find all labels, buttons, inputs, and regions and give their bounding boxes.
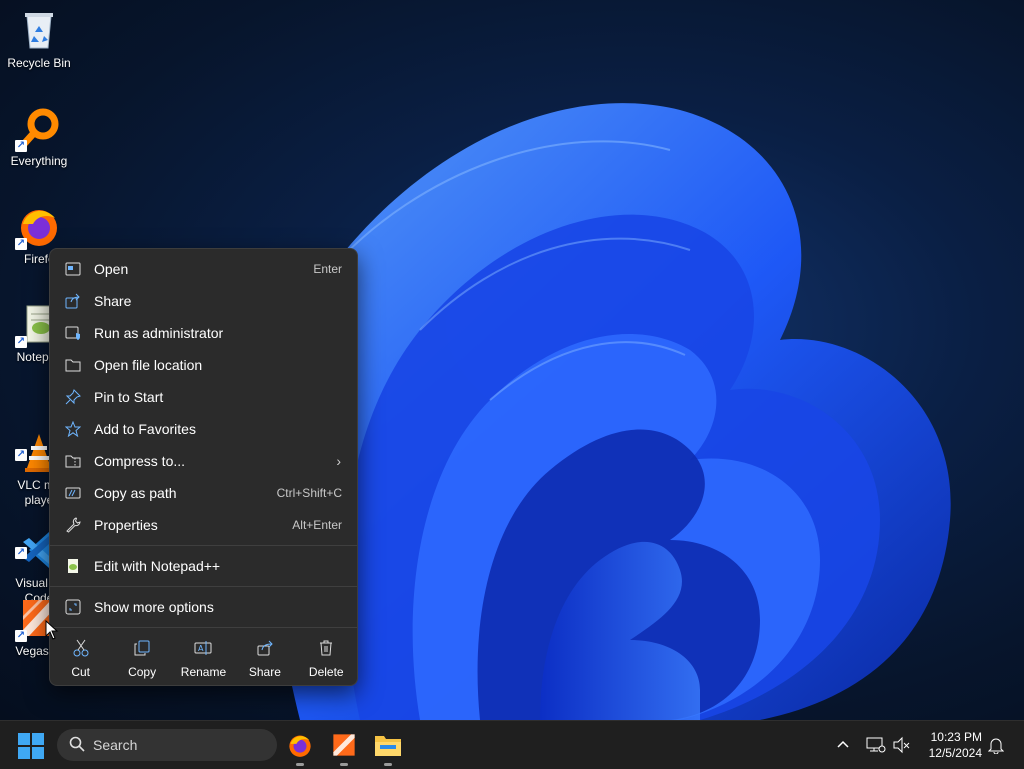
shortcut-arrow-icon: ↗ <box>15 336 27 348</box>
running-indicator <box>340 763 348 766</box>
volume-button[interactable] <box>892 721 912 769</box>
star-icon <box>64 420 82 438</box>
context-action-bar: Cut Copy A Rename Share Delete <box>50 633 357 681</box>
menu-item-run-as-admin[interactable]: Run as administrator <box>54 318 353 348</box>
menu-item-open[interactable]: Open Enter <box>54 254 353 284</box>
menu-separator <box>50 586 357 587</box>
menu-item-edit-with-notepad[interactable]: Edit with Notepad++ <box>54 551 353 581</box>
pin-icon <box>64 388 82 406</box>
menu-separator <box>50 627 357 628</box>
shortcut-arrow-icon: ↗ <box>15 630 27 642</box>
copy-path-icon <box>64 484 82 502</box>
rename-icon: A <box>194 637 212 659</box>
expand-icon <box>64 598 82 616</box>
shortcut-arrow-icon: ↗ <box>15 547 27 559</box>
taskbar-clock[interactable]: 10:23 PM 12/5/2024 <box>929 729 982 761</box>
volume-muted-icon <box>893 736 910 754</box>
shortcut-arrow-icon: ↗ <box>15 238 27 250</box>
taskbar-app-vegas[interactable] <box>328 729 360 766</box>
delete-button[interactable]: Delete <box>298 633 354 681</box>
menu-item-pin-to-start[interactable]: Pin to Start <box>54 382 353 412</box>
search-placeholder: Search <box>93 737 138 753</box>
share-button[interactable]: Share <box>237 633 293 681</box>
desktop-icon-everything[interactable]: ↗ Everything <box>0 106 78 169</box>
wrench-icon <box>64 516 82 534</box>
show-hidden-icons-button[interactable] <box>836 721 850 769</box>
zip-folder-icon <box>64 452 82 470</box>
open-window-icon <box>64 260 82 278</box>
firefox-icon: ↗ <box>15 204 61 250</box>
bell-icon <box>988 738 1004 754</box>
clock-date: 12/5/2024 <box>928 746 982 760</box>
menu-item-copy-as-path[interactable]: Copy as path Ctrl+Shift+C <box>54 478 353 508</box>
taskbar-app-firefox[interactable] <box>284 729 316 766</box>
copy-button[interactable]: Copy <box>114 633 170 681</box>
everything-search-icon: ↗ <box>15 106 61 152</box>
copy-icon <box>133 637 151 659</box>
shield-admin-icon <box>64 324 82 342</box>
share-icon <box>64 292 82 310</box>
taskbar-search-box[interactable]: Search <box>57 729 277 761</box>
menu-item-show-more-options[interactable]: Show more options <box>54 592 353 622</box>
notifications-button[interactable] <box>988 721 1004 769</box>
context-menu: Open Enter Share Run as administrator Op… <box>49 248 358 686</box>
chevron-right-icon: › <box>336 453 341 469</box>
cut-button[interactable]: Cut <box>53 633 109 681</box>
running-indicator <box>296 763 304 766</box>
clock-time: 10:23 PM <box>930 730 982 744</box>
start-button[interactable] <box>18 733 44 759</box>
menu-item-add-to-favorites[interactable]: Add to Favorites <box>54 414 353 444</box>
svg-text:A: A <box>198 644 204 653</box>
folder-icon <box>64 356 82 374</box>
menu-item-compress-to[interactable]: Compress to... › <box>54 446 353 476</box>
running-indicator <box>384 763 392 766</box>
mouse-cursor-icon <box>45 620 59 640</box>
firefox-icon <box>289 735 311 757</box>
network-monitor-icon <box>866 737 886 753</box>
chevron-up-icon <box>837 740 849 748</box>
scissors-icon <box>72 637 90 659</box>
search-icon <box>69 736 85 755</box>
menu-item-share[interactable]: Share <box>54 286 353 316</box>
shortcut-arrow-icon: ↗ <box>15 140 27 152</box>
vegas-video-icon <box>333 734 355 756</box>
file-explorer-icon <box>375 736 401 756</box>
rename-button[interactable]: A Rename <box>175 633 231 681</box>
desktop-icon-label: Recycle Bin <box>7 56 71 70</box>
menu-separator <box>50 545 357 546</box>
notepad-plus-plus-icon <box>64 557 82 575</box>
taskbar: Search 10:23 PM 12/5/2024 <box>0 720 1024 769</box>
share-icon <box>256 637 274 659</box>
taskbar-app-file-explorer[interactable] <box>372 729 404 766</box>
menu-item-open-file-location[interactable]: Open file location <box>54 350 353 380</box>
trash-icon <box>317 637 335 659</box>
network-status-button[interactable] <box>866 721 886 769</box>
menu-item-properties[interactable]: Properties Alt+Enter <box>54 510 353 540</box>
desktop-icon-recycle-bin[interactable]: Recycle Bin <box>0 8 78 71</box>
windows-logo-icon <box>18 733 30 745</box>
recycle-bin-icon <box>17 8 61 52</box>
shortcut-arrow-icon: ↗ <box>15 449 27 461</box>
desktop-icon-label: Everything <box>10 154 68 168</box>
